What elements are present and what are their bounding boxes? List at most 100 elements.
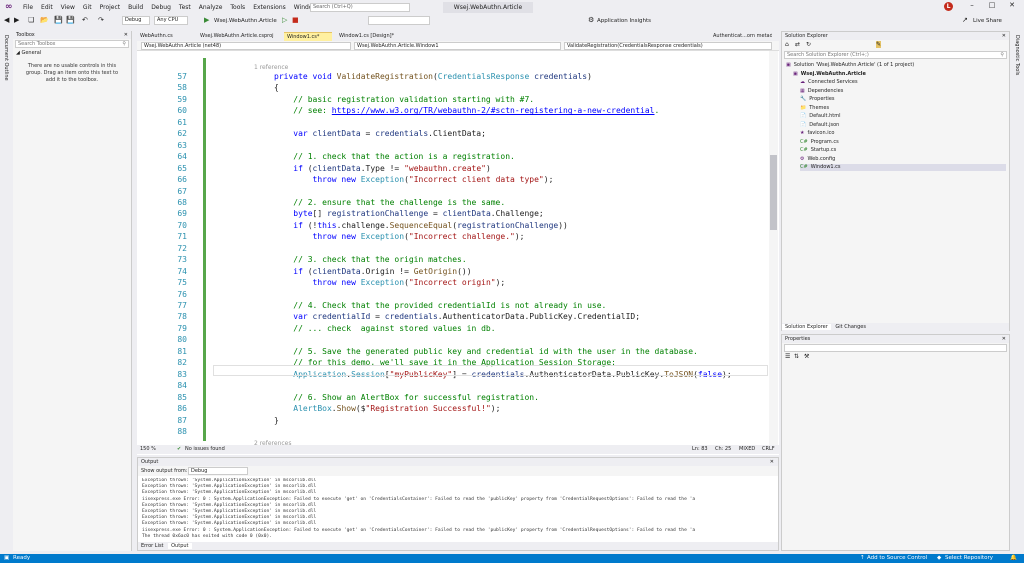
tree-item[interactable]: ★ favicon.ico — [800, 130, 1006, 137]
home-icon[interactable]: ⌂ — [785, 41, 789, 48]
forward-icon[interactable]: ▶ — [14, 16, 19, 25]
menu-debug[interactable]: Debug — [147, 4, 175, 11]
whitespace-mode[interactable]: MIXED — [739, 445, 755, 454]
run-icon[interactable]: ▶ — [204, 16, 209, 25]
zoom-dropdown[interactable]: 150 % — [140, 445, 156, 454]
menu-file[interactable]: File — [19, 4, 37, 11]
code-line[interactable]: { — [274, 83, 279, 92]
output-text[interactable]: Exception thrown: 'System.ApplicationExc… — [142, 478, 772, 541]
code-line[interactable]: if (clientData.Origin != GetOrigin()) — [274, 267, 471, 276]
tree-item[interactable]: ☁ Connected Services — [800, 79, 1006, 86]
code-line[interactable]: // basic registration validation startin… — [274, 95, 534, 104]
tab-solution-explorer[interactable]: Solution Explorer — [782, 324, 831, 330]
minimize-icon[interactable]: – — [965, 1, 979, 9]
avatar[interactable]: L — [944, 2, 953, 11]
search-input[interactable]: Search (Ctrl+Q) — [310, 3, 410, 12]
tree-item[interactable]: C# Program.cs — [800, 139, 1006, 146]
code-line[interactable]: // 1. check that the action is a registr… — [274, 152, 515, 161]
menu-tools[interactable]: Tools — [226, 4, 249, 11]
solution-explorer-search-input[interactable]: Search Solution Explorer (Ctrl+;) ⚲ — [784, 51, 1007, 59]
close-icon[interactable]: ✕ — [1002, 335, 1006, 343]
output-source-dropdown[interactable]: Debug — [188, 467, 248, 475]
app-insights-button[interactable]: Application Insights — [597, 18, 651, 24]
menu-analyze[interactable]: Analyze — [195, 4, 227, 11]
diagnostic-tools-strip[interactable]: Diagnostic Tools — [1011, 31, 1024, 551]
scrollbar-thumb[interactable] — [770, 155, 777, 230]
collapse-icon[interactable]: ◢ — [16, 50, 20, 56]
close-icon[interactable]: ✕ — [1005, 1, 1019, 9]
refresh-icon[interactable]: ↻ — [806, 41, 811, 48]
live-share-icon[interactable]: ↗ — [962, 16, 968, 25]
tree-item[interactable]: 📄 Default.json — [800, 122, 1006, 129]
code-line[interactable]: // ... check against stored values in db… — [274, 324, 495, 333]
code-line[interactable]: } — [274, 416, 279, 425]
app-insights-icon[interactable]: ⚙ — [588, 16, 594, 25]
undo-icon[interactable]: ↶ — [82, 16, 88, 25]
issues-status[interactable]: No issues found — [185, 445, 225, 454]
tree-item[interactable]: 🔧 Properties — [800, 96, 1006, 103]
save-icon[interactable]: 💾 — [54, 16, 63, 25]
stop-icon[interactable]: ■ — [292, 16, 299, 25]
open-icon[interactable]: 📂 — [40, 16, 49, 25]
sync-icon[interactable]: ⇄ — [795, 41, 800, 48]
class-dropdown[interactable]: Wsej.WebAuthn.Article.Window1 — [354, 42, 561, 50]
line-ending[interactable]: CRLF — [762, 445, 775, 454]
code-line[interactable]: // 2. ensure that the challenge is the s… — [274, 198, 505, 207]
toolbox-group[interactable]: ◢ General — [13, 49, 131, 57]
notifications-icon[interactable]: 🔔 — [1010, 554, 1017, 563]
code-line[interactable]: // 6. Show an AlertBox for successful re… — [274, 393, 539, 402]
tab-git-changes[interactable]: Git Changes — [832, 324, 869, 330]
code-line[interactable]: // 5. Save the generated public key and … — [274, 347, 698, 356]
member-dropdown[interactable]: ValidateRegistration(CredentialsResponse… — [564, 42, 772, 50]
codelens-reference[interactable]: 1 reference — [254, 64, 288, 71]
menu-extensions[interactable]: Extensions — [249, 4, 290, 11]
code-area[interactable]: 1 reference 57 private void ValidateRegist… — [137, 51, 769, 445]
code-line[interactable]: private void ValidateRegistration(Creden… — [274, 72, 592, 81]
close-icon[interactable]: ✕ — [1002, 32, 1006, 40]
close-icon[interactable]: ✕ — [124, 31, 128, 39]
document-outline-tab[interactable]: Document Outline — [3, 35, 9, 81]
maximize-icon[interactable]: □ — [985, 1, 999, 9]
code-line[interactable]: throw new Exception("Incorrect client da… — [274, 175, 554, 184]
alphabetical-icon[interactable]: ⇅ — [794, 353, 799, 360]
tab-error-list[interactable]: Error List — [138, 543, 167, 549]
tree-item[interactable]: 📁 Themes — [800, 105, 1006, 112]
menu-git[interactable]: Git — [79, 4, 96, 11]
code-line[interactable]: throw new Exception("Incorrect origin"); — [274, 278, 506, 287]
run-target-button[interactable]: Wsej.WebAuthn.Article — [214, 18, 277, 24]
code-line[interactable]: if (!this.challenge.SequenceEqual(regist… — [274, 221, 568, 230]
platform-dropdown[interactable]: Any CPU — [154, 16, 188, 25]
preview-icon[interactable]: ✎ — [876, 41, 882, 48]
tree-item[interactable]: ▣ Solution 'Wsej.WebAuthn.Article' (1 of … — [786, 62, 1006, 69]
tree-item[interactable]: C# Window1.cs — [800, 164, 1006, 171]
code-line[interactable]: AlertBox.Show($"Registration Successful!… — [274, 404, 500, 413]
run-without-debug-icon[interactable]: ▷ — [282, 16, 287, 25]
code-line[interactable]: var clientData = credentials.ClientData; — [274, 129, 486, 138]
live-share-button[interactable]: Live Share — [973, 18, 1002, 24]
menu-test[interactable]: Test — [175, 4, 195, 11]
code-line[interactable]: byte[] registrationChallenge = clientDat… — [274, 209, 543, 218]
tab-window1-design[interactable]: Window1.cs [Design]* — [336, 32, 402, 41]
tab-csproj[interactable]: Wsej.WebAuthn.Article.csproj — [197, 32, 285, 41]
tree-item[interactable]: C# Startup.cs — [800, 147, 1006, 154]
code-line[interactable]: // 4. Check that the provided credential… — [274, 301, 606, 310]
code-line[interactable]: throw new Exception("Incorrect challenge… — [274, 232, 525, 241]
tree-item[interactable]: ▣ Wsej.WebAuthn.Article — [793, 71, 1006, 78]
menu-build[interactable]: Build — [124, 4, 147, 11]
code-line[interactable]: var credentialId = credentials.Authentic… — [274, 312, 640, 321]
vertical-scrollbar[interactable] — [769, 51, 778, 445]
select-repository-button[interactable]: Select Repository — [945, 554, 993, 563]
tab-window1-cs[interactable]: Window1.cs* — [284, 32, 332, 41]
menu-view[interactable]: View — [57, 4, 79, 11]
toolbox-search-input[interactable]: Search Toolbox ⚲ — [15, 40, 129, 48]
tree-item[interactable]: ▦ Dependencies — [800, 88, 1006, 95]
tree-item[interactable]: ⚙ Web.config — [800, 156, 1006, 163]
save-all-icon[interactable]: 💾 — [66, 16, 75, 25]
redo-icon[interactable]: ↷ — [98, 16, 104, 25]
tab-authenticator-metadata[interactable]: Authenticat...orn metadata] — [710, 32, 772, 41]
close-icon[interactable]: ✕ — [770, 458, 774, 466]
document-outline-strip[interactable]: Document Outline — [0, 31, 12, 551]
back-icon[interactable]: ◀ — [4, 16, 9, 25]
add-to-source-control-button[interactable]: Add to Source Control — [867, 554, 927, 563]
code-line[interactable]: if (clientData.Type != "webauthn.create"… — [274, 164, 491, 173]
